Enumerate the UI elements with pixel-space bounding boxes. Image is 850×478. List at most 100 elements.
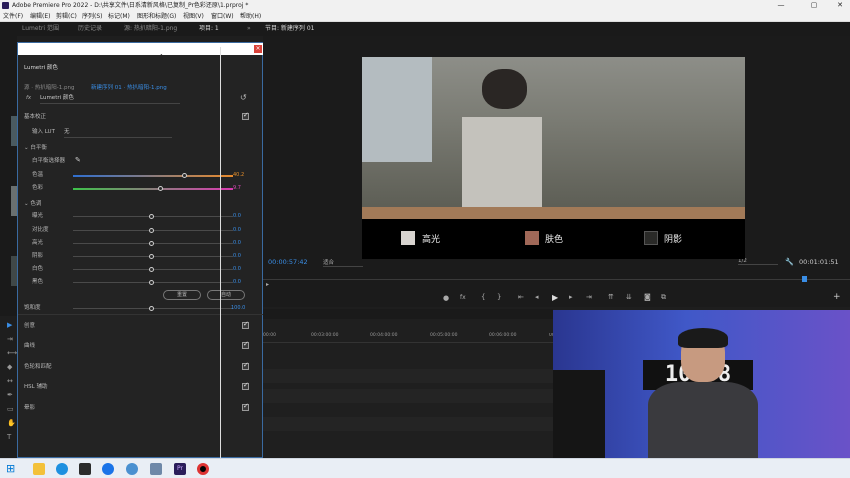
tab-lumetri-scopes[interactable]: Lumetri 范围 xyxy=(22,22,59,36)
close-button[interactable]: ✕ xyxy=(830,0,850,11)
program-scrubber[interactable] xyxy=(263,279,850,280)
section-tone[interactable]: ⌄ 色调 xyxy=(24,198,64,210)
floating-window-titlebar[interactable] xyxy=(18,43,264,55)
hand-tool-icon[interactable]: ✋ xyxy=(7,420,16,427)
add-button-icon[interactable]: + xyxy=(833,292,841,302)
tab-project[interactable]: 项目: 1 xyxy=(199,22,219,36)
input-lut-dropdown[interactable]: 无 xyxy=(64,126,172,138)
tint-knob[interactable] xyxy=(158,186,163,191)
resolution-dropdown[interactable]: 1/2 xyxy=(738,258,778,265)
app-icon[interactable] xyxy=(79,463,91,475)
windows-start-icon[interactable]: ⊞ xyxy=(6,463,18,475)
maximize-button[interactable]: ▢ xyxy=(804,0,824,11)
reset-button[interactable]: 重置 xyxy=(163,290,201,300)
video-track[interactable] xyxy=(263,369,553,383)
step-forward-icon[interactable]: ▸ xyxy=(569,293,573,301)
tint-slider[interactable] xyxy=(73,188,233,190)
track-select-icon[interactable]: ⇥ xyxy=(7,336,14,343)
in-point-icon[interactable]: ▸ xyxy=(266,281,269,288)
razor-icon[interactable]: ◆ xyxy=(7,364,14,371)
ripple-edit-icon[interactable]: ⟷ xyxy=(7,350,17,357)
mark-out-icon[interactable]: } xyxy=(497,293,501,301)
tint-value[interactable]: 9.7 xyxy=(233,185,241,191)
section-creative[interactable]: 创意 xyxy=(24,320,84,332)
color-wheels-checkbox[interactable] xyxy=(242,361,249,370)
basic-correction-checkbox[interactable] xyxy=(242,111,249,120)
floating-close-icon[interactable]: × xyxy=(254,45,262,53)
temperature-knob[interactable] xyxy=(182,173,187,178)
wrench-icon[interactable]: 🔧 xyxy=(785,258,794,266)
shadows-value[interactable]: 0.0 xyxy=(233,253,241,259)
highlights-value[interactable]: 0.0 xyxy=(233,240,241,246)
fx-icon[interactable]: fx xyxy=(460,294,466,301)
exposure-value[interactable]: 0.0 xyxy=(233,213,241,219)
tab-history[interactable]: 历史记录 xyxy=(78,22,102,36)
whites-knob[interactable] xyxy=(149,267,154,272)
vignette-checkbox[interactable] xyxy=(242,402,249,411)
type-tool-icon[interactable]: T xyxy=(7,434,14,441)
effect-dropdown[interactable]: Lumetri 颜色 xyxy=(40,92,180,104)
menu-file[interactable]: 文件(F) xyxy=(3,11,23,22)
browser-icon[interactable] xyxy=(56,463,68,475)
pen-tool-icon[interactable]: ✒ xyxy=(7,392,14,399)
selection-tool-icon[interactable]: ▶ xyxy=(7,322,14,329)
audio-track[interactable] xyxy=(263,417,553,431)
saturation-value[interactable]: 100.0 xyxy=(231,305,245,311)
program-timecode[interactable]: 00:00:57:42 xyxy=(268,258,308,266)
whites-value[interactable]: 0.0 xyxy=(233,266,241,272)
app-icon[interactable] xyxy=(126,463,138,475)
section-curves[interactable]: 曲线 xyxy=(24,340,84,352)
section-basic-correction[interactable]: 基本校正 xyxy=(24,111,270,123)
premiere-taskbar-icon[interactable]: Pr xyxy=(174,463,186,475)
marker-icon[interactable]: ● xyxy=(443,294,449,302)
play-icon[interactable]: ▶ xyxy=(552,293,558,302)
highlights-knob[interactable] xyxy=(149,241,154,246)
rectangle-tool-icon[interactable]: ▭ xyxy=(7,406,14,413)
file-explorer-icon[interactable] xyxy=(33,463,45,475)
app-icon[interactable] xyxy=(150,463,162,475)
fit-dropdown[interactable]: 适合 xyxy=(323,258,363,267)
saturation-knob[interactable] xyxy=(149,306,154,311)
go-to-out-icon[interactable]: ⇥ xyxy=(586,293,592,301)
step-back-icon[interactable]: ◂ xyxy=(535,293,539,301)
export-frame-icon[interactable]: ◙ xyxy=(644,293,651,301)
contrast-knob[interactable] xyxy=(149,228,154,233)
shadows-knob[interactable] xyxy=(149,254,154,259)
curves-checkbox[interactable] xyxy=(242,340,249,349)
app-icon[interactable] xyxy=(102,463,114,475)
reset-effect-icon[interactable]: ↺ xyxy=(240,93,247,102)
menu-clip[interactable]: 剪辑(C) xyxy=(56,11,77,22)
menu-view[interactable]: 视图(V) xyxy=(183,11,204,22)
exposure-knob[interactable] xyxy=(149,214,154,219)
video-track[interactable] xyxy=(263,389,553,403)
slip-tool-icon[interactable]: ↔ xyxy=(7,378,14,385)
eyedropper-icon[interactable]: ✎ xyxy=(75,156,81,164)
auto-button[interactable]: 自动 xyxy=(207,290,245,300)
menu-window[interactable]: 窗口(W) xyxy=(211,11,234,22)
minimize-button[interactable]: — xyxy=(771,0,791,11)
go-to-in-icon[interactable]: ⇤ xyxy=(518,293,524,301)
section-hsl[interactable]: HSL 辅助 xyxy=(24,381,84,393)
contrast-value[interactable]: 0.0 xyxy=(233,227,241,233)
compare-icon[interactable]: ⧉ xyxy=(661,293,666,302)
tab-overflow[interactable]: » xyxy=(247,22,251,36)
section-color-wheels[interactable]: 色轮和匹配 xyxy=(24,361,84,373)
extract-icon[interactable]: ⇊ xyxy=(626,293,632,301)
hsl-checkbox[interactable] xyxy=(242,381,249,390)
section-white-balance[interactable]: ⌄ 白平衡 xyxy=(24,142,64,154)
creative-checkbox[interactable] xyxy=(242,320,249,329)
temperature-slider[interactable] xyxy=(73,175,233,177)
menu-edit[interactable]: 编辑(E) xyxy=(30,11,50,22)
menu-graphics[interactable]: 图形和标题(G) xyxy=(137,11,176,22)
playhead-marker[interactable] xyxy=(802,276,807,282)
menu-sequence[interactable]: 序列(S) xyxy=(82,11,103,22)
tab-source[interactable]: 源: 热扒暗阳-1.png xyxy=(124,22,177,36)
blacks-knob[interactable] xyxy=(149,280,154,285)
tab-program[interactable]: 节目: 新建序列 01 xyxy=(265,22,314,36)
mark-in-icon[interactable]: { xyxy=(481,293,485,301)
recorder-icon[interactable] xyxy=(197,463,209,475)
menu-marker[interactable]: 标记(M) xyxy=(108,11,130,22)
menu-help[interactable]: 帮助(H) xyxy=(240,11,261,22)
lift-icon[interactable]: ⇈ xyxy=(608,293,614,301)
blacks-value[interactable]: 0.0 xyxy=(233,279,241,285)
